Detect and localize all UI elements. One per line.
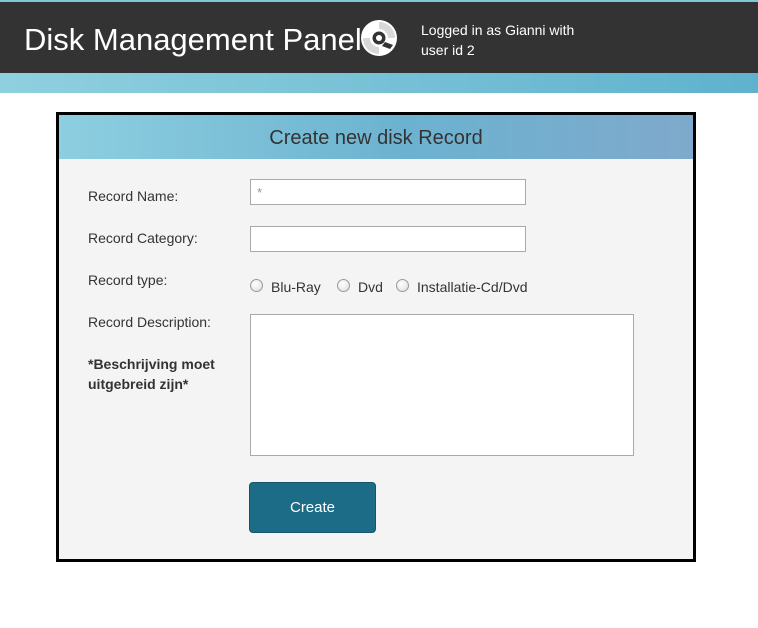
record-name-label: Record Name: bbox=[88, 188, 179, 204]
record-type-label: Record type: bbox=[88, 272, 168, 288]
description-note: *Beschrijving moet uitgebreid zijn* bbox=[88, 354, 238, 394]
login-info: Logged in as Gianni with user id 2 bbox=[421, 22, 575, 58]
top-bar: Disk Management Panel Logged in as Giann… bbox=[0, 0, 758, 73]
radio-label: Blu-Ray bbox=[271, 279, 321, 295]
panel-title: Create new disk Record bbox=[269, 127, 483, 149]
description-note-text: *Beschrijving moet uitgebreid zijn* bbox=[88, 356, 215, 392]
create-record-panel: Create new disk Record Record Name: Reco… bbox=[56, 112, 696, 562]
radio-button[interactable] bbox=[250, 279, 263, 292]
record-category-label: Record Category: bbox=[88, 230, 198, 246]
disc-icon bbox=[361, 20, 397, 56]
app-title: Disk Management Panel bbox=[24, 22, 362, 57]
record-description-textarea[interactable] bbox=[250, 314, 634, 456]
create-button[interactable]: Create bbox=[249, 482, 376, 533]
record-name-input[interactable] bbox=[250, 179, 526, 205]
record-description-label: Record Description: bbox=[88, 314, 211, 330]
record-category-input[interactable] bbox=[250, 226, 526, 252]
panel-header: Create new disk Record bbox=[59, 115, 693, 159]
accent-band bbox=[0, 73, 758, 93]
radio-label: Dvd bbox=[358, 279, 383, 295]
radio-button[interactable] bbox=[337, 279, 350, 292]
radio-label: Installatie-Cd/Dvd bbox=[417, 279, 528, 295]
radio-button[interactable] bbox=[396, 279, 409, 292]
